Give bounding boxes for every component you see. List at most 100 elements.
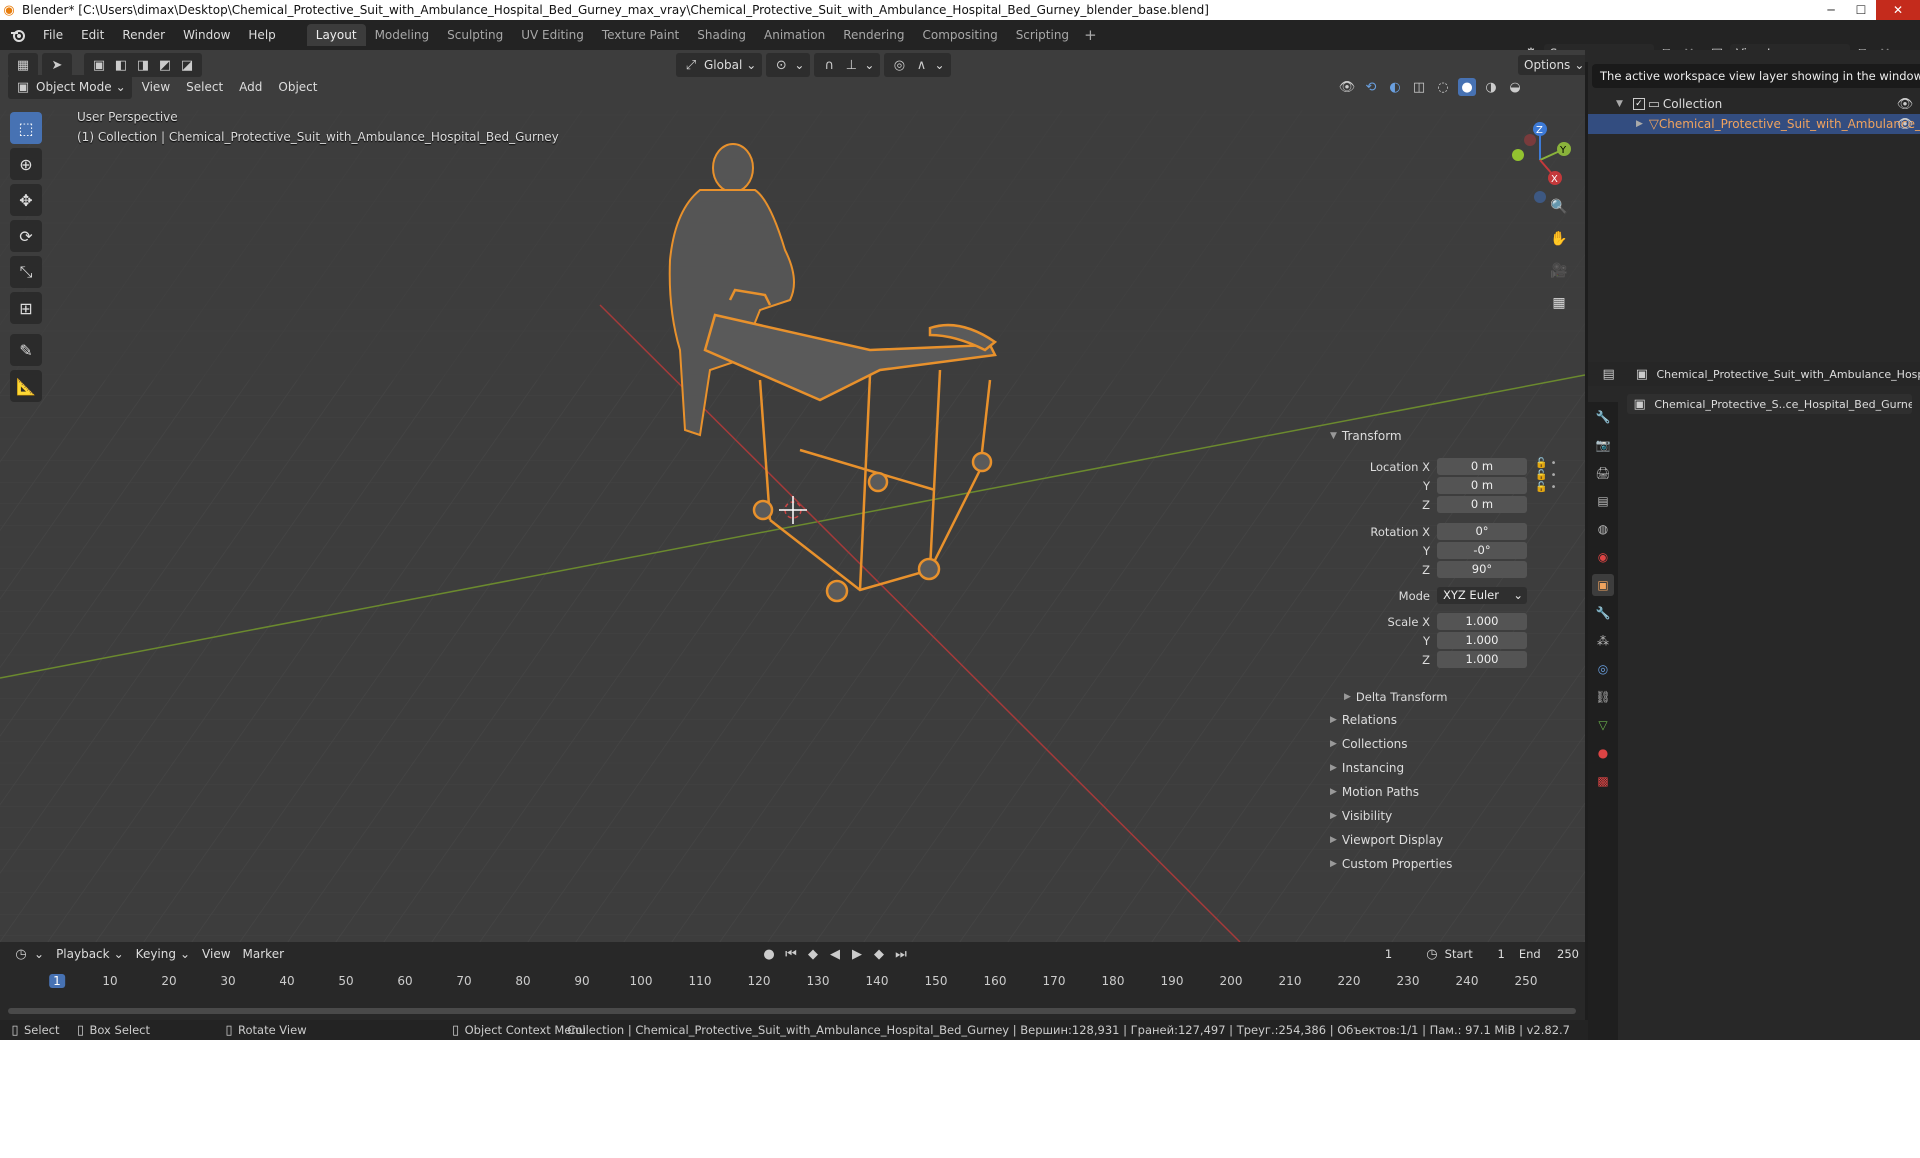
object-visibility-icon[interactable]: 👁 xyxy=(1896,115,1914,133)
scene-tab-icon[interactable]: ◍ xyxy=(1592,518,1614,540)
rotate-tool[interactable]: ⟳ xyxy=(10,220,42,252)
annotate-tool[interactable]: ✎ xyxy=(10,334,42,366)
pivot-point-dropdown[interactable]: ⊙ ⌄ xyxy=(766,53,811,77)
menu-render[interactable]: Render xyxy=(113,28,174,42)
tab-uv-editing[interactable]: UV Editing xyxy=(512,24,593,46)
viewport-menu-view[interactable]: View xyxy=(136,77,176,97)
data-tab-icon[interactable]: ▽ xyxy=(1592,714,1614,736)
location-y-field[interactable]: 0 m xyxy=(1437,477,1527,494)
transform-panel-header[interactable]: ▼ Transform xyxy=(1330,429,1402,443)
viewport-menu-object[interactable]: Object xyxy=(272,77,323,97)
properties-editor-icon[interactable]: ▤ xyxy=(1600,365,1617,383)
maximize-button[interactable]: ☐ xyxy=(1846,0,1876,20)
gizmo-toggle-icon[interactable]: ⟲ xyxy=(1362,78,1380,96)
navigation-gizmo[interactable]: Z Y X xyxy=(1495,115,1585,215)
menu-window[interactable]: Window xyxy=(174,28,239,42)
timeline-scrollbar[interactable] xyxy=(8,1008,1576,1014)
visibility-icon[interactable]: 👁 xyxy=(1338,78,1356,96)
jump-end-icon[interactable]: ⏭ xyxy=(892,945,910,963)
solid-shading-icon[interactable]: ● xyxy=(1458,78,1476,96)
viewport-menu-select[interactable]: Select xyxy=(180,77,229,97)
instancing-header[interactable]: ▶ Instancing xyxy=(1330,761,1404,775)
current-frame-field[interactable]: 1 xyxy=(1360,945,1418,963)
viewport-display-header[interactable]: ▶ Viewport Display xyxy=(1330,833,1443,847)
frame-ruler[interactable]: 1 10 20 30 40 50 60 70 80 90 100 110 120 130 140 150 160… xyxy=(0,972,1585,990)
minimize-button[interactable]: ─ xyxy=(1816,0,1846,20)
wireframe-shading-icon[interactable]: ◌ xyxy=(1434,78,1452,96)
record-icon[interactable]: ● xyxy=(760,945,778,963)
object-mode-dropdown[interactable]: ▣ Object Mode ⌄ xyxy=(8,75,132,99)
tab-shading[interactable]: Shading xyxy=(688,24,755,46)
select-box-tool[interactable]: ⬚ xyxy=(10,112,42,144)
tab-compositing[interactable]: Compositing xyxy=(913,24,1006,46)
texture-tab-icon[interactable]: ▩ xyxy=(1592,770,1614,792)
collection-checkbox[interactable]: ✓ xyxy=(1632,98,1645,110)
world-tab-icon[interactable]: ◉ xyxy=(1592,546,1614,568)
material-shading-icon[interactable]: ◑ xyxy=(1482,78,1500,96)
editor-type-button[interactable]: ▦ xyxy=(8,53,38,77)
rotation-x-field[interactable]: 0° xyxy=(1437,523,1527,540)
start-frame-field[interactable]: Start 1 xyxy=(1438,945,1511,963)
object-name-field[interactable]: ▣ Chemical_Protective_S..ce_Hospital_Bed… xyxy=(1627,394,1912,414)
options-dropdown[interactable]: Options ⌄ xyxy=(1518,55,1585,75)
blender-menu-icon[interactable] xyxy=(8,25,28,45)
tab-layout[interactable]: Layout xyxy=(306,24,366,46)
menu-file[interactable]: File xyxy=(34,28,72,42)
outliner-object-row[interactable]: ▶ ▽ Chemical_Protective_Suit_with_Ambula… xyxy=(1588,114,1920,134)
timeline-editor-type[interactable]: ◷ ⌄ xyxy=(6,942,50,966)
add-workspace-button[interactable]: + xyxy=(1078,26,1103,44)
transform-orientation-dropdown[interactable]: ⤢ Global ⌄ xyxy=(676,53,763,77)
timeline-menu-marker[interactable]: Marker xyxy=(237,944,290,964)
viewport-menu-add[interactable]: Add xyxy=(233,77,268,97)
tab-scripting[interactable]: Scripting xyxy=(1007,24,1078,46)
particles-tab-icon[interactable]: ⁂ xyxy=(1592,630,1614,652)
expand-arrow-icon[interactable]: ▶ xyxy=(1636,119,1643,129)
delta-transform-header[interactable]: ▶ Delta Transform xyxy=(1344,690,1447,704)
pan-hand-icon[interactable]: ✋ xyxy=(1547,227,1571,251)
measure-tool[interactable]: 📐 xyxy=(10,370,42,402)
timeline-menu-playback[interactable]: Playback ⌄ xyxy=(50,944,130,964)
overlay-toggle-icon[interactable]: ◐ xyxy=(1386,78,1404,96)
view-layer-tab-icon[interactable]: ▤ xyxy=(1592,490,1614,512)
tab-modeling[interactable]: Modeling xyxy=(366,24,439,46)
expand-arrow-icon[interactable]: ▼ xyxy=(1616,99,1623,109)
proportional-edit-toggle[interactable]: ◎ ∧ ⌄ xyxy=(884,53,951,77)
timeline-menu-view[interactable]: View xyxy=(196,944,236,964)
lock-icon[interactable]: 🔓 • xyxy=(1535,458,1557,469)
tab-rendering[interactable]: Rendering xyxy=(834,24,913,46)
rendered-shading-icon[interactable]: ◒ xyxy=(1506,78,1524,96)
render-tab-icon[interactable]: 📷 xyxy=(1592,434,1614,456)
rotation-mode-dropdown[interactable]: XYZ Euler ⌄ xyxy=(1437,587,1527,604)
close-button[interactable]: ✕ xyxy=(1876,0,1920,20)
next-keyframe-icon[interactable]: ◆ xyxy=(870,945,888,963)
output-tab-icon[interactable]: 🖨 xyxy=(1592,462,1614,484)
cursor-tool[interactable]: ⊕ xyxy=(10,148,42,180)
custom-properties-header[interactable]: ▶ Custom Properties xyxy=(1330,857,1452,871)
zoom-icon[interactable]: 🔍 xyxy=(1547,195,1571,219)
camera-view-icon[interactable]: 🎥 xyxy=(1547,259,1571,283)
motion-paths-header[interactable]: ▶ Motion Paths xyxy=(1330,785,1419,799)
scale-x-field[interactable]: 1.000 xyxy=(1437,613,1527,630)
scale-tool[interactable]: ⤡ xyxy=(10,256,42,288)
ortho-grid-icon[interactable]: ▦ xyxy=(1547,291,1571,315)
location-z-field[interactable]: 0 m xyxy=(1437,496,1527,513)
modifier-tab-icon[interactable]: 🔧 xyxy=(1592,602,1614,624)
tab-sculpting[interactable]: Sculpting xyxy=(438,24,512,46)
tab-animation[interactable]: Animation xyxy=(755,24,834,46)
prev-keyframe-icon[interactable]: ◆ xyxy=(804,945,822,963)
visibility-header[interactable]: ▶ Visibility xyxy=(1330,809,1392,823)
timeline-menu-keying[interactable]: Keying ⌄ xyxy=(130,944,196,964)
scale-y-field[interactable]: 1.000 xyxy=(1437,632,1527,649)
snap-toggle[interactable]: ∩ ⊥ ⌄ xyxy=(814,53,881,77)
end-frame-field[interactable]: End 250 xyxy=(1512,945,1585,963)
tool-tab-icon[interactable]: 🔧 xyxy=(1592,406,1614,428)
menu-edit[interactable]: Edit xyxy=(72,28,113,42)
transform-tool[interactable]: ⊞ xyxy=(10,292,42,324)
active-tool-button[interactable]: ➤ xyxy=(42,53,72,77)
play-reverse-icon[interactable]: ◀ xyxy=(826,945,844,963)
lock-icon[interactable]: 🔓 • xyxy=(1535,470,1557,481)
object-tab-icon[interactable]: ▣ xyxy=(1592,574,1614,596)
timeline-editor[interactable]: ◷ ⌄ Playback ⌄ Keying ⌄ View Marker ● ⏮ ◆ ◀… xyxy=(0,942,1585,1028)
location-x-field[interactable]: 0 m xyxy=(1437,458,1527,475)
collection-visibility-icon[interactable]: 👁 xyxy=(1896,95,1914,113)
